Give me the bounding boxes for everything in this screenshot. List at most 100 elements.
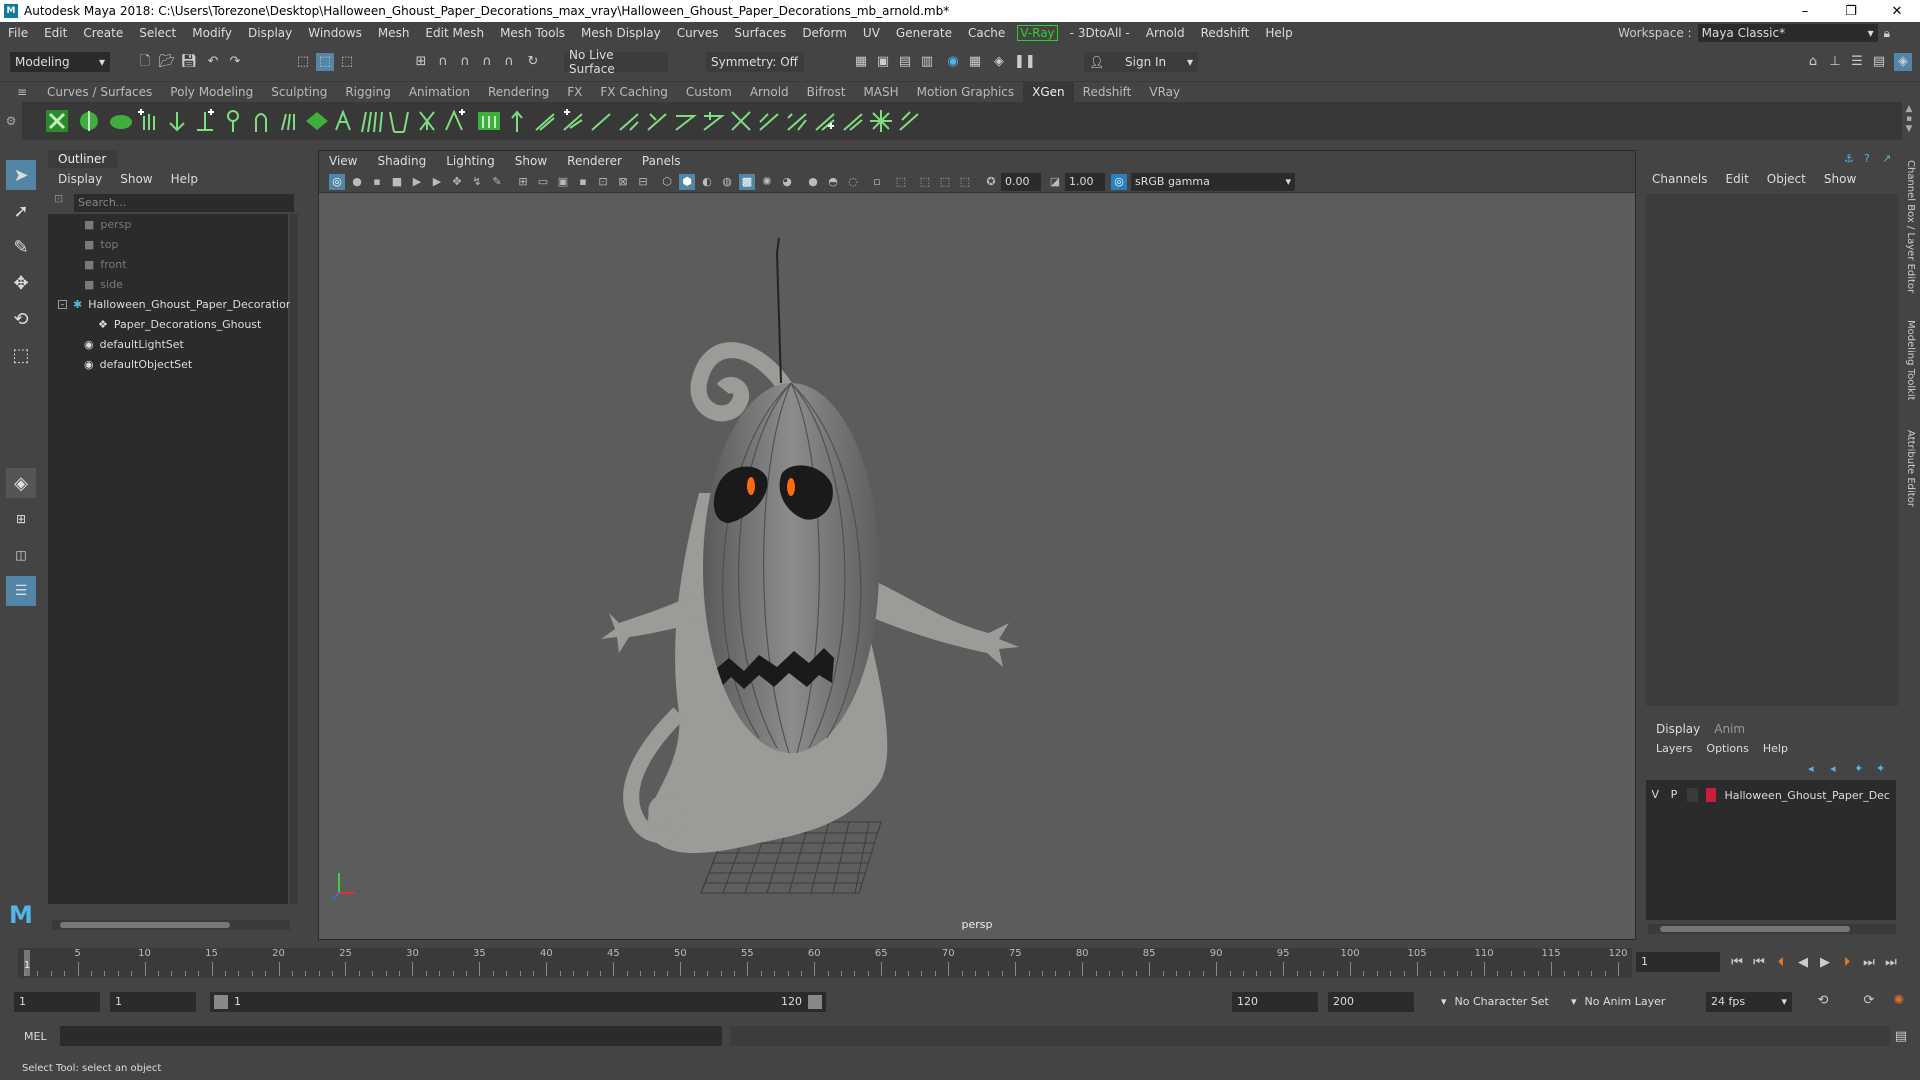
viewport-menu-lighting[interactable]: Lighting	[436, 151, 505, 171]
groom-freeze-icon[interactable]	[442, 108, 468, 134]
new-layer-icon[interactable]: ✦	[1854, 762, 1863, 775]
two-view-layout-icon[interactable]: ◫	[6, 540, 36, 570]
preview-icon[interactable]	[868, 108, 894, 134]
snap-grid-icon[interactable]: ⊞	[412, 53, 430, 71]
film-gate-icon[interactable]: ↯	[469, 174, 485, 190]
menu-deform[interactable]: Deform	[794, 26, 855, 40]
anim-preferences-icon[interactable]: ✺	[1890, 992, 1908, 1010]
layer-color-swatch[interactable]	[1705, 788, 1717, 802]
menu-vray[interactable]: V-Ray	[1017, 25, 1058, 41]
time-slider[interactable]: 1 5 10 15 20 25 30 35 40 45 50 55 60 65 70 75 80 85 90 95 1…	[0, 946, 1920, 982]
guide-toggle-icon[interactable]	[784, 108, 810, 134]
character-set-dropdown[interactable]: ▾ No Character Set	[1436, 992, 1566, 1012]
groom-length-icon[interactable]	[192, 108, 218, 134]
backface-culling-icon[interactable]: ⬚	[917, 174, 933, 190]
wireframe-icon[interactable]: ⊡	[595, 174, 611, 190]
menu-redshift[interactable]: Redshift	[1193, 26, 1258, 40]
layers-menu-help[interactable]: Help	[1763, 742, 1788, 755]
undo-icon[interactable]: ↶	[204, 53, 222, 71]
move-layer-up-icon[interactable]: ◂	[1808, 762, 1814, 775]
workspace-dropdown[interactable]: Maya Classic* ▾	[1697, 24, 1878, 42]
side-tab-channel-box[interactable]: Channel Box / Layer Editor	[1905, 160, 1916, 293]
ambient-occlusion-icon[interactable]: ✺	[759, 174, 775, 190]
shelf-tab-rigging[interactable]: Rigging	[336, 82, 399, 102]
range-end-handle[interactable]	[808, 995, 822, 1009]
lasso-tool-icon[interactable]: ➚	[6, 196, 36, 226]
redo-icon[interactable]: ↷	[226, 53, 244, 71]
collapse-icon[interactable]: –	[58, 299, 67, 309]
snap-point-icon[interactable]: ∩	[456, 53, 474, 71]
shelf-tab-poly-modeling[interactable]: Poly Modeling	[161, 82, 262, 102]
create-description-icon[interactable]	[76, 108, 102, 134]
play-backwards-icon[interactable]: ◀	[1794, 954, 1812, 972]
exposure-field[interactable]: 0.00	[1001, 173, 1041, 191]
guide-sculpt-icon[interactable]	[476, 108, 502, 134]
shelf-tab-fx[interactable]: FX	[558, 82, 591, 102]
step-back-key-icon[interactable]: ⏮	[1750, 954, 1768, 972]
menu-file[interactable]: File	[0, 26, 36, 40]
interactive-groom-icon[interactable]	[108, 108, 134, 134]
shelf-tab-curves-surfaces[interactable]: Curves / Surfaces	[38, 82, 161, 102]
play-forwards-icon[interactable]: ▶	[1816, 954, 1834, 972]
outliner-vertical-scrollbar[interactable]	[290, 214, 298, 904]
shelf-tab-xgen[interactable]: XGen	[1023, 82, 1074, 102]
live-surface-field[interactable]: No Live Surface	[564, 48, 668, 76]
scrollbar-thumb[interactable]	[1660, 926, 1850, 932]
menu-3dtoall[interactable]: - 3DtoAll -	[1062, 26, 1138, 40]
arnold-render-icon[interactable]: ◉	[944, 53, 962, 71]
side-tab-modeling-toolkit[interactable]: Modeling Toolkit	[1905, 320, 1916, 401]
step-back-frame-icon[interactable]: ⏴	[1772, 954, 1790, 972]
shelf-scroll-icon[interactable]: ▲ ▪ ▼	[1902, 104, 1916, 138]
command-input[interactable]	[60, 1026, 722, 1046]
guide-spread-icon[interactable]	[532, 108, 558, 134]
move-layer-down-icon[interactable]: ◂	[1830, 762, 1836, 775]
bookmarks-icon[interactable]: ▪	[369, 174, 385, 190]
xray-joints-icon[interactable]: ⬚	[893, 174, 909, 190]
layer-editor-icon[interactable]: ◈	[1894, 53, 1912, 71]
menu-curves[interactable]: Curves	[669, 26, 727, 40]
loop-icon[interactable]: ⟲	[1814, 992, 1832, 1010]
list-item[interactable]: ■ side	[84, 274, 123, 294]
layers-menu-options[interactable]: Options	[1706, 742, 1748, 755]
menu-edit[interactable]: Edit	[36, 26, 75, 40]
depth-of-field-icon[interactable]: ◓	[825, 174, 841, 190]
safe-title-icon[interactable]: ▪	[575, 174, 591, 190]
channelbox-menu-edit[interactable]: Edit	[1726, 172, 1749, 186]
scrollbar-thumb[interactable]	[60, 922, 230, 928]
shelf-tab-arnold[interactable]: Arnold	[741, 82, 798, 102]
add-guide-icon[interactable]	[504, 108, 530, 134]
auto-key-icon[interactable]: ⟳	[1860, 992, 1878, 1010]
menu-modify[interactable]: Modify	[184, 26, 240, 40]
channelbox-menu-channels[interactable]: Channels	[1652, 172, 1708, 186]
filter-icon[interactable]: ⊡	[54, 192, 63, 205]
groom-comb-icon[interactable]	[276, 108, 302, 134]
menu-mesh-display[interactable]: Mesh Display	[573, 26, 669, 40]
layer-horizontal-scrollbar[interactable]	[1648, 924, 1896, 934]
modeling-toolkit-icon[interactable]: ⌂	[1804, 53, 1822, 71]
new-scene-icon[interactable]: 🗋	[136, 53, 154, 71]
textured-icon[interactable]: ◐	[699, 174, 715, 190]
scale-tool-icon[interactable]: ⬚	[6, 340, 36, 370]
playback-start-field[interactable]: 1	[110, 992, 196, 1012]
menu-help[interactable]: Help	[1257, 26, 1300, 40]
render-settings-icon[interactable]: ▥	[918, 53, 936, 71]
list-item[interactable]: ■ top	[84, 234, 118, 254]
viewport-menu-panels[interactable]: Panels	[632, 151, 691, 171]
groom-grab-icon[interactable]	[248, 108, 274, 134]
pause-icon[interactable]: ❚❚	[1014, 53, 1036, 71]
menu-generate[interactable]: Generate	[888, 26, 960, 40]
range-start-handle[interactable]	[214, 995, 228, 1009]
menu-edit-mesh[interactable]: Edit Mesh	[417, 26, 492, 40]
menu-display[interactable]: Display	[240, 26, 300, 40]
four-view-layout-icon[interactable]: ⊞	[6, 504, 36, 534]
menu-create[interactable]: Create	[75, 26, 131, 40]
2d-pan-zoom-icon[interactable]: ▶	[409, 174, 425, 190]
groom-place-icon[interactable]	[164, 108, 190, 134]
resolution-gate-icon[interactable]: ✎	[489, 174, 505, 190]
guide-rebuild-icon[interactable]	[644, 108, 670, 134]
snap-curve-icon[interactable]: ∩	[434, 53, 452, 71]
viewport-menu-view[interactable]: View	[319, 151, 367, 171]
groom-part-icon[interactable]	[358, 108, 384, 134]
guide-lock-icon[interactable]	[756, 108, 782, 134]
menu-surfaces[interactable]: Surfaces	[726, 26, 794, 40]
